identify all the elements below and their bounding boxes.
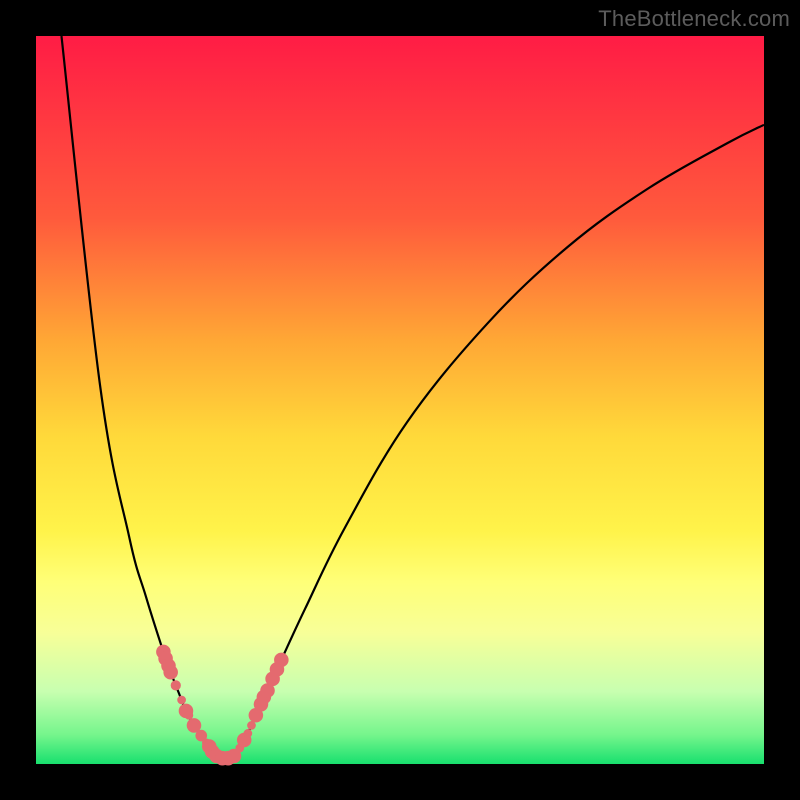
chart-frame: TheBottleneck.com	[0, 0, 800, 800]
data-marker	[163, 665, 178, 680]
data-marker	[274, 653, 289, 668]
data-marker	[243, 729, 252, 738]
curve-left-limb	[61, 36, 216, 756]
markers-group	[156, 645, 288, 766]
data-marker	[177, 696, 186, 705]
plot-area	[36, 36, 764, 764]
watermark-text: TheBottleneck.com	[598, 6, 790, 32]
curve-right-limb	[234, 125, 764, 756]
chart-svg	[36, 36, 764, 764]
data-marker	[171, 680, 181, 690]
data-marker	[185, 711, 194, 720]
